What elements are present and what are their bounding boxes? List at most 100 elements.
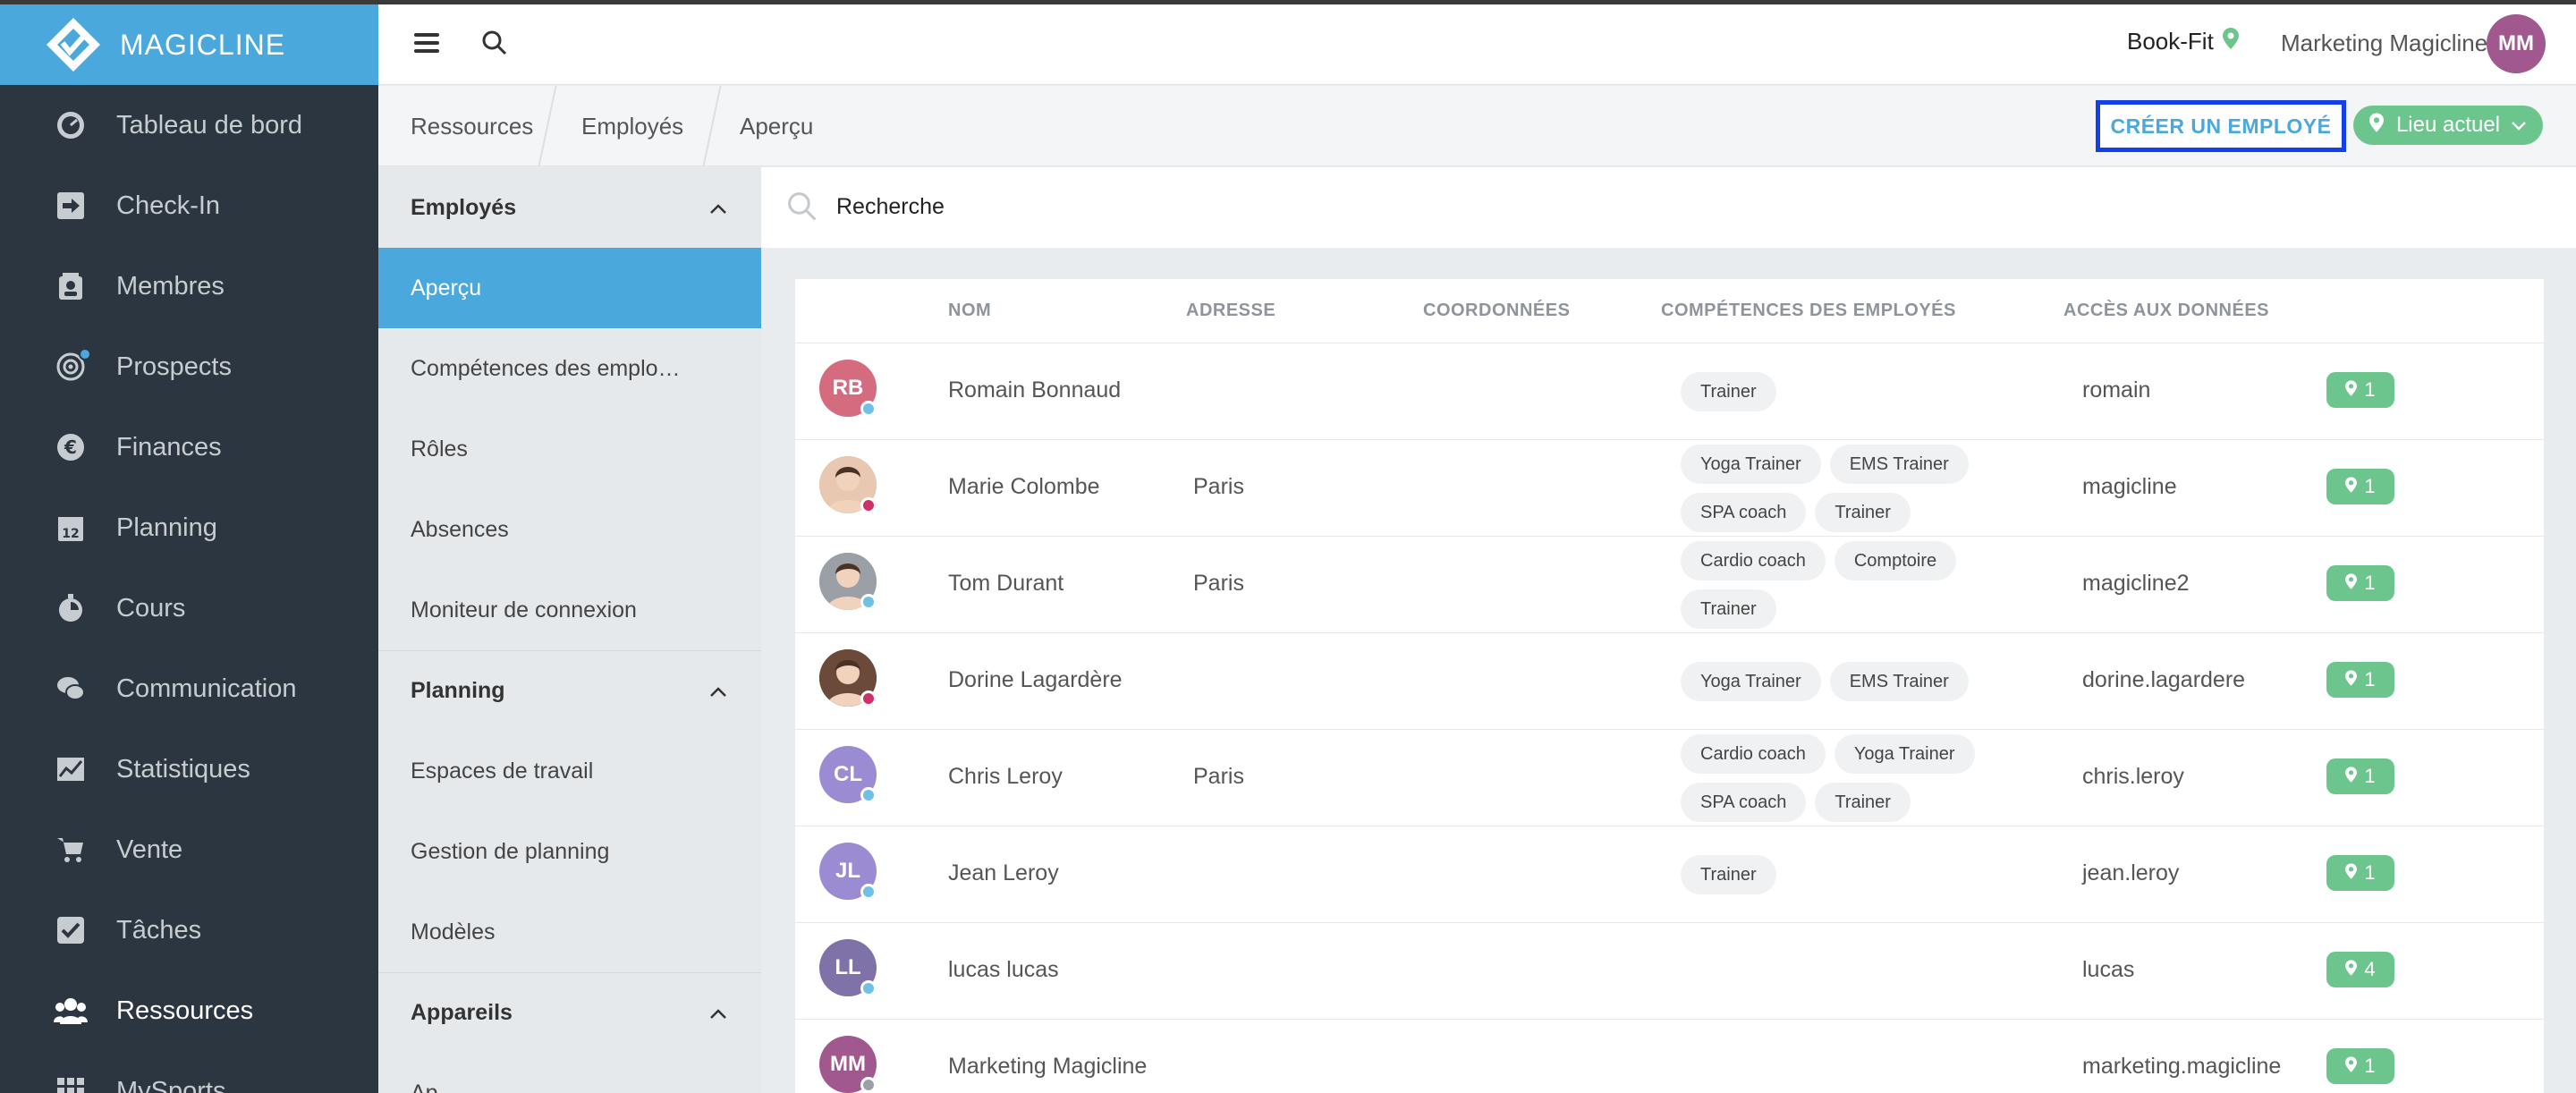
sidebar-item-label: Check-In [116,191,221,220]
sidebar-item-tableau-de-bord[interactable]: Tableau de bord [0,85,378,165]
employee-skills [1681,1020,2074,1093]
sidebar-item-planning[interactable]: 12 Planning [0,487,378,568]
breadcrumb-ressources[interactable]: Ressources [411,113,533,140]
subnav-item[interactable]: Gestion de planning [378,811,761,892]
locations-count: 1 [2364,668,2376,691]
employee-skills [1681,923,2074,1020]
locations-badge[interactable]: 1 [2326,372,2394,408]
sidebar-item-communication[interactable]: Communication [0,648,378,729]
user-avatar[interactable]: MM [2487,14,2546,73]
menu-toggle-icon[interactable] [414,29,439,61]
sidebar-item-finances[interactable]: € Finances [0,407,378,487]
column-header-data-access[interactable]: ACCÈS AUX DONNÉES [2063,301,2269,321]
sidebar-item-prospects[interactable]: Prospects [0,326,378,407]
subnav-item[interactable]: Espaces de travail [378,731,761,811]
create-employee-button[interactable]: CRÉER UN EMPLOYÉ [2096,100,2346,152]
subnav-item[interactable]: Aperçu [378,248,761,328]
subnav-item[interactable]: Compétences des emplo… [378,328,761,409]
search-input[interactable] [836,187,2446,226]
table-row[interactable]: Marie Colombe Paris Yoga Trainer EMS Traine… [795,440,2544,537]
table-row[interactable]: Dorine Lagardère Yoga Trainer EMS Trainer d… [795,633,2544,730]
locations-badge[interactable]: 1 [2326,855,2394,891]
chevron-down-icon [2511,113,2527,138]
employee-search-bar [761,167,2576,248]
subnav-section-employ-s[interactable]: Employés [378,167,761,248]
table-row[interactable]: Tom Durant Paris Cardio coach Comptoire Trai… [795,537,2544,633]
table-row[interactable]: JL Jean Leroy Trainer jean.leroy 1 [795,826,2544,923]
locations-badge[interactable]: 1 [2326,1048,2394,1084]
sidebar-item-statistiques[interactable]: Statistiques [0,729,378,809]
search-icon[interactable] [481,30,512,60]
location-pin-icon [2345,572,2358,595]
subnav-section-planning[interactable]: Planning [378,650,761,731]
employee-skills: Cardio coach Yoga Trainer SPA coach Trainer [1681,730,2003,826]
employee-name: Tom Durant [948,571,1064,596]
sidebar-item-label: Planning [116,513,217,542]
subnav-item[interactable]: Modèles [378,892,761,972]
sidebar-item-label: Finances [116,432,222,462]
subnav-item[interactable]: Absences [378,489,761,570]
brand-header[interactable]: MAGICLINE [0,4,378,85]
presence-status-dot [860,980,877,996]
skill-chip: Cardio coach [1681,541,1826,580]
subnav-item[interactable]: Rôles [378,409,761,489]
sidebar-item-label: Statistiques [116,754,250,784]
locations-badge[interactable]: 1 [2326,469,2394,504]
employee-name: Romain Bonnaud [948,377,1122,402]
sidebar-item-ressources[interactable]: Ressources [0,970,378,1051]
subnav-section-appareils[interactable]: Appareils [378,972,761,1053]
locations-badge[interactable]: 1 [2326,758,2394,794]
euro-icon: € [54,430,88,464]
employee-address: Paris [1193,764,1244,789]
sidebar-item-membres[interactable]: Membres [0,246,378,326]
table-row[interactable]: MM Marketing Magicline marketing.magicline… [795,1020,2544,1093]
location-filter-button[interactable]: Lieu actuel [2353,106,2543,145]
sidebar-item-t-ches[interactable]: Tâches [0,890,378,970]
employee-skills: Yoga Trainer EMS Trainer [1681,633,2074,730]
employee-data-access: lucas [2082,957,2135,982]
employee-data-access: magicline2 [2082,571,2190,596]
employee-name: Jean Leroy [948,860,1059,885]
locations-badge[interactable]: 1 [2326,662,2394,698]
sidebar-item-label: Tableau de bord [116,110,302,140]
skill-chip: Yoga Trainer [1681,662,1821,701]
sidebar-item-check-in[interactable]: Check-In [0,165,378,246]
chevron-up-icon [709,195,727,221]
subnav-item[interactable]: Ap [378,1053,761,1093]
subnav-section-title: Appareils [411,1000,513,1025]
skill-chip: Trainer [1681,589,1776,629]
skill-chip: Cardio coach [1681,734,1826,774]
location-selector[interactable]: Book-Fit [2127,28,2239,55]
calendar-icon: 12 [54,511,88,545]
table-row[interactable]: RB Romain Bonnaud Trainer romain 1 [795,343,2544,440]
subnav-section-title: Employés [411,194,517,220]
employees-table: NOM ADRESSE COORDONNÉES COMPÉTENCES DES … [795,279,2544,1093]
column-header-address[interactable]: ADRESSE [1186,301,1275,321]
subnav-item[interactable]: Moniteur de connexion [378,570,761,650]
locations-badge[interactable]: 1 [2326,565,2394,601]
table-row[interactable]: CL Chris Leroy Paris Cardio coach Yoga Train… [795,730,2544,826]
column-header-contact[interactable]: COORDONNÉES [1423,301,1570,321]
presence-status-dot [860,1077,877,1093]
sidebar-item-cours[interactable]: Cours [0,568,378,648]
location-pin-icon [2345,958,2358,981]
locations-badge[interactable]: 4 [2326,952,2394,987]
notification-dot [79,348,91,360]
cart-icon [54,833,88,867]
breadcrumb-separator [702,86,722,166]
sidebar-item-vente[interactable]: Vente [0,809,378,890]
location-pin-icon [2222,28,2239,55]
chat-icon [54,672,88,706]
sidebar-item-mysports[interactable]: MySports [0,1051,378,1093]
sidebar: MAGICLINE Tableau de bord Check-In Membres… [0,4,378,1093]
column-header-skills[interactable]: COMPÉTENCES DES EMPLOYÉS [1661,301,1956,321]
user-name[interactable]: Marketing Magicline [2281,30,2487,57]
employee-name: lucas lucas [948,957,1059,982]
table-header: NOM ADRESSE COORDONNÉES COMPÉTENCES DES … [795,279,2544,343]
column-header-name[interactable]: NOM [948,301,991,321]
breadcrumb-employes[interactable]: Employés [581,113,683,140]
breadcrumb-bar: Ressources Employés Aperçu CRÉER UN EMPL… [378,86,2576,166]
table-row[interactable]: LL lucas lucas lucas 4 [795,923,2544,1020]
employee-skills: Trainer [1681,826,2074,923]
sidebar-item-label: Cours [116,593,186,623]
